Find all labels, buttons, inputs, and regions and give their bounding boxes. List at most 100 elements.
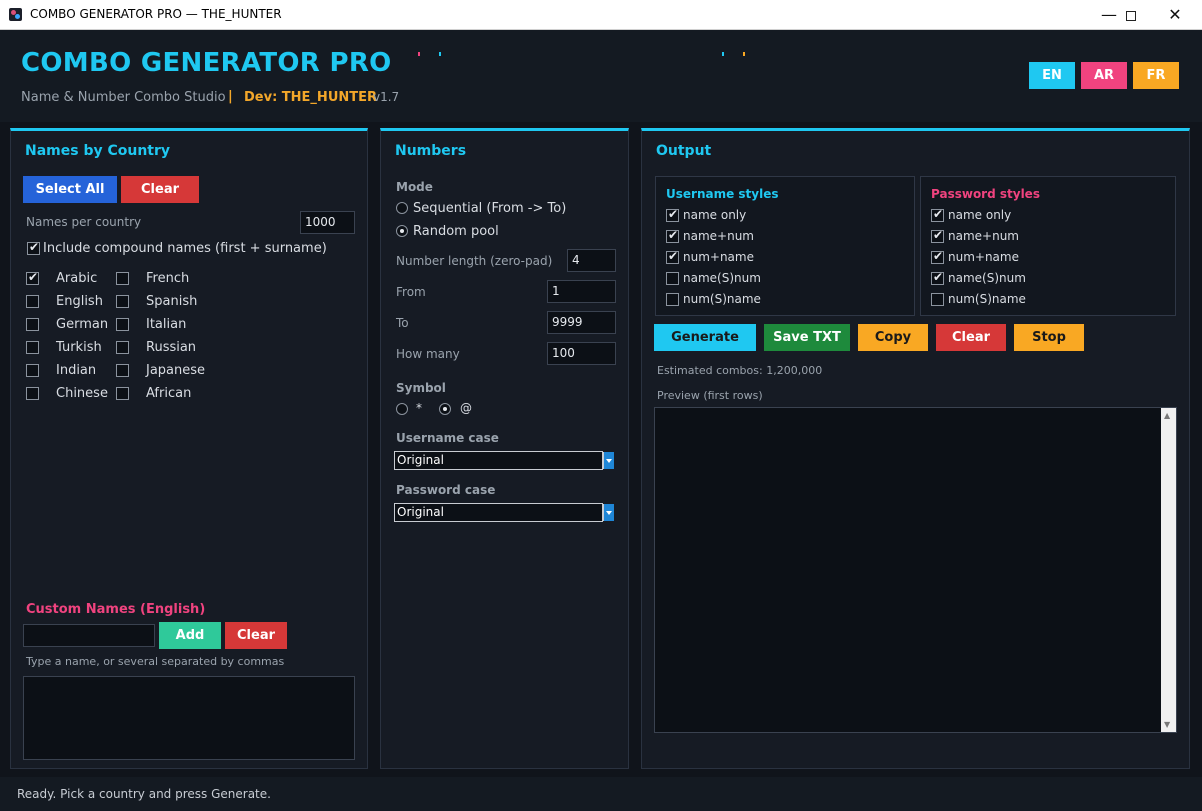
mode-random-radio[interactable] [396, 225, 408, 237]
scroll-down-icon[interactable]: ▼ [1164, 720, 1170, 729]
how-many-input[interactable]: 100 [547, 342, 616, 365]
country-english-label: English [56, 294, 103, 309]
custom-names-title: Custom Names (English) [26, 602, 206, 617]
estimated-combos: Estimated combos: 1,200,000 [657, 364, 823, 377]
custom-name-input[interactable] [23, 624, 155, 647]
maximize-icon [1126, 10, 1136, 21]
status-text: Ready. Pick a country and press Generate… [17, 787, 271, 801]
country-arabic-label: Arabic [56, 271, 98, 286]
names-per-country-input[interactable]: 1000 [300, 211, 355, 234]
mode-label: Mode [396, 180, 433, 194]
developer-credit: Dev: THE_HUNTER [244, 90, 378, 105]
symbol-star-radio[interactable] [396, 403, 408, 415]
symbol-label: Symbol [396, 381, 446, 395]
password-case-select[interactable]: Original [394, 503, 603, 522]
version-label: v1.7 [373, 90, 400, 104]
password-style-num-name-checkbox[interactable] [931, 249, 944, 264]
country-russian-label: Russian [146, 340, 197, 355]
password-style-name-s-num-checkbox[interactable] [931, 270, 944, 285]
from-label: From [396, 285, 426, 299]
username-style-label: name only [683, 208, 747, 222]
from-input[interactable]: 1 [547, 280, 616, 303]
numbers-panel-title: Numbers [395, 143, 467, 159]
maximize-button[interactable] [1108, 0, 1154, 30]
country-german-label: German [56, 317, 109, 332]
password-style-name-only-checkbox[interactable] [931, 207, 944, 222]
clear-custom-names-button[interactable]: Clear [225, 622, 287, 649]
country-italian-label: Italian [146, 317, 187, 332]
to-label: To [396, 316, 409, 330]
username-case-select[interactable]: Original [394, 451, 603, 470]
lang-ar-button[interactable]: AR [1081, 62, 1127, 89]
app-name: COMBO GENERATOR PRO [21, 48, 392, 78]
country-english-checkbox[interactable] [26, 295, 39, 308]
country-japanese-checkbox[interactable] [116, 364, 129, 377]
preview-textarea[interactable] [654, 407, 1177, 733]
preview-scrollbar[interactable] [1161, 408, 1176, 732]
output-panel-title: Output [656, 143, 712, 159]
password-style-label: name only [948, 208, 1012, 222]
country-arabic-checkbox[interactable] [26, 270, 39, 285]
password-style-label: name(S)num [948, 271, 1026, 285]
country-indian-checkbox[interactable] [26, 364, 39, 377]
username-style-label: name+num [683, 229, 754, 243]
password-style-num-s-name-checkbox[interactable] [931, 293, 944, 306]
window-title: COMBO GENERATOR PRO — THE_HUNTER [30, 7, 282, 21]
country-spanish-label: Spanish [146, 294, 198, 309]
country-italian-checkbox[interactable] [116, 318, 129, 331]
country-german-checkbox[interactable] [26, 318, 39, 331]
close-icon[interactable]: ✕ [1152, 0, 1198, 30]
compound-names-checkbox[interactable] [27, 240, 40, 255]
number-length-label: Number length (zero-pad) [396, 254, 553, 268]
clear-countries-button[interactable]: Clear [121, 176, 199, 203]
mode-random-label: Random pool [413, 224, 499, 239]
username-styles-title: Username styles [666, 187, 779, 201]
scroll-up-icon[interactable]: ▲ [1164, 411, 1170, 420]
stop-button[interactable]: Stop [1014, 324, 1084, 351]
password-style-name-num-checkbox[interactable] [931, 228, 944, 243]
lang-en-button[interactable]: EN [1029, 62, 1075, 89]
password-styles-title: Password styles [931, 187, 1040, 201]
number-length-input[interactable]: 4 [567, 249, 616, 272]
how-many-label: How many [396, 347, 460, 361]
clear-output-button[interactable]: Clear [936, 324, 1006, 351]
country-chinese-checkbox[interactable] [26, 387, 39, 400]
decor-dot [743, 52, 745, 56]
country-french-checkbox[interactable] [116, 272, 129, 285]
lang-fr-button[interactable]: FR [1133, 62, 1179, 89]
username-style-num-name-checkbox[interactable] [666, 249, 679, 264]
country-chinese-label: Chinese [56, 386, 108, 401]
password-style-label: num+name [948, 250, 1019, 264]
decor-dot [418, 52, 420, 56]
username-style-name-s-num-checkbox[interactable] [666, 272, 679, 285]
username-style-name-num-checkbox[interactable] [666, 228, 679, 243]
custom-names-list[interactable] [23, 676, 355, 760]
country-turkish-checkbox[interactable] [26, 341, 39, 354]
names-panel-title: Names by Country [25, 143, 171, 159]
chevron-down-icon[interactable] [603, 504, 614, 521]
username-style-num-s-name-checkbox[interactable] [666, 293, 679, 306]
country-spanish-checkbox[interactable] [116, 295, 129, 308]
chevron-down-icon[interactable] [603, 452, 614, 469]
copy-button[interactable]: Copy [858, 324, 928, 351]
app-icon [9, 8, 22, 21]
generate-button[interactable]: Generate [654, 324, 756, 351]
country-african-checkbox[interactable] [116, 387, 129, 400]
country-russian-checkbox[interactable] [116, 341, 129, 354]
names-per-country-label: Names per country [26, 215, 142, 229]
to-input[interactable]: 9999 [547, 311, 616, 334]
decor-dot [439, 52, 441, 56]
country-french-label: French [146, 271, 190, 286]
select-all-button[interactable]: Select All [23, 176, 117, 203]
mode-sequential-label: Sequential (From -> To) [413, 201, 567, 216]
custom-names-hint: Type a name, or several separated by com… [26, 655, 285, 668]
symbol-at-radio[interactable] [439, 403, 451, 415]
username-style-name-only-checkbox[interactable] [666, 207, 679, 222]
username-case-label: Username case [396, 431, 499, 445]
save-txt-button[interactable]: Save TXT [764, 324, 850, 351]
country-turkish-label: Turkish [56, 340, 102, 355]
add-custom-name-button[interactable]: Add [159, 622, 221, 649]
username-style-label: num(S)name [683, 292, 761, 306]
country-indian-label: Indian [56, 363, 97, 378]
mode-sequential-radio[interactable] [396, 202, 408, 214]
